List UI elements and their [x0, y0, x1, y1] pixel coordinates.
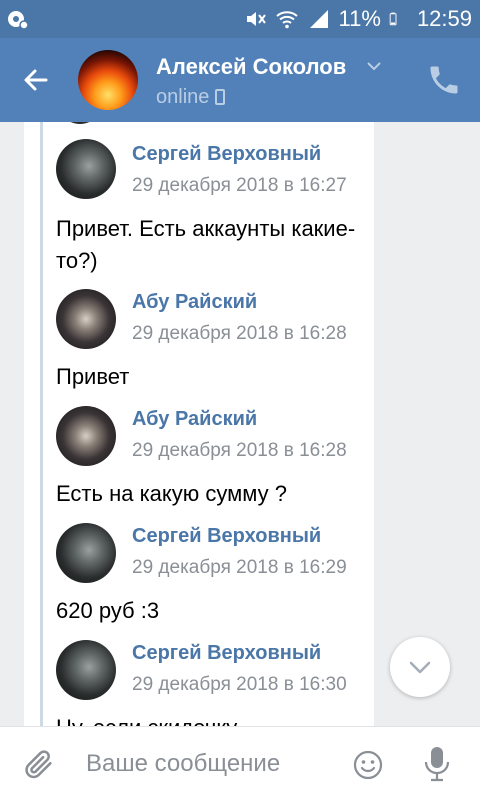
status-text: online	[156, 86, 210, 108]
message-time: 29 декабря 2018 в 16:28	[132, 440, 347, 461]
attach-icon[interactable]	[22, 747, 56, 781]
message-author[interactable]: Абу Райский	[132, 408, 257, 431]
message-author[interactable]: Сергей Верховный	[132, 642, 321, 665]
message-time: 29 декабря 2018 в 16:30	[132, 674, 347, 695]
contact-name[interactable]: Алексей Соколов	[156, 54, 346, 80]
chevron-down-icon	[409, 661, 431, 674]
clock: 12:59	[416, 6, 472, 31]
back-arrow-icon	[24, 69, 48, 91]
avatar[interactable]	[56, 640, 116, 700]
avatar[interactable]	[56, 523, 116, 583]
status-bar: 11% 12:59	[0, 0, 480, 38]
message-text: Привет	[56, 364, 130, 389]
wifi-icon	[275, 11, 298, 29]
mobile-phone-icon	[215, 88, 226, 105]
call-icon[interactable]	[426, 62, 462, 98]
message-time: 29 декабря 2018 в 16:27	[132, 175, 347, 196]
avatar[interactable]	[56, 139, 116, 199]
message-input[interactable]	[86, 745, 326, 783]
message-text: Привет. Есть аккаунты какие-то?)	[56, 216, 356, 273]
notification-icon	[8, 11, 29, 30]
message-time: 29 декабря 2018 в 16:29	[132, 557, 347, 578]
forwarded-messages-bar	[40, 122, 43, 726]
emoji-icon[interactable]	[352, 749, 384, 781]
avatar[interactable]	[56, 289, 116, 349]
message-author[interactable]: Сергей Верховный	[132, 525, 321, 548]
message-list[interactable]: Сергей Верховный 29 декабря 2018 в 16:27…	[0, 122, 480, 726]
contact-avatar[interactable]	[78, 50, 138, 110]
mute-icon	[246, 12, 266, 26]
message-time: 29 декабря 2018 в 16:28	[132, 323, 347, 344]
battery-icon	[389, 12, 397, 26]
microphone-icon[interactable]	[422, 745, 452, 783]
back-button[interactable]	[12, 56, 60, 104]
avatar[interactable]	[56, 406, 116, 466]
composer	[0, 726, 480, 800]
chat-header: Алексей Соколов online	[0, 38, 480, 122]
scroll-down-button[interactable]	[390, 637, 450, 697]
chevron-down-icon[interactable]	[366, 58, 382, 74]
contact-status: online	[156, 86, 226, 109]
message-text: Есть на какую сумму ?	[56, 481, 287, 506]
message-author[interactable]: Абу Райский	[132, 291, 257, 314]
battery-percent: 11%	[338, 6, 381, 31]
signal-icon	[309, 10, 328, 28]
message-text: 620 руб :3	[56, 598, 160, 623]
message-text: Ну, если скидочку	[56, 712, 356, 726]
message-author[interactable]: Сергей Верховный	[132, 143, 321, 166]
